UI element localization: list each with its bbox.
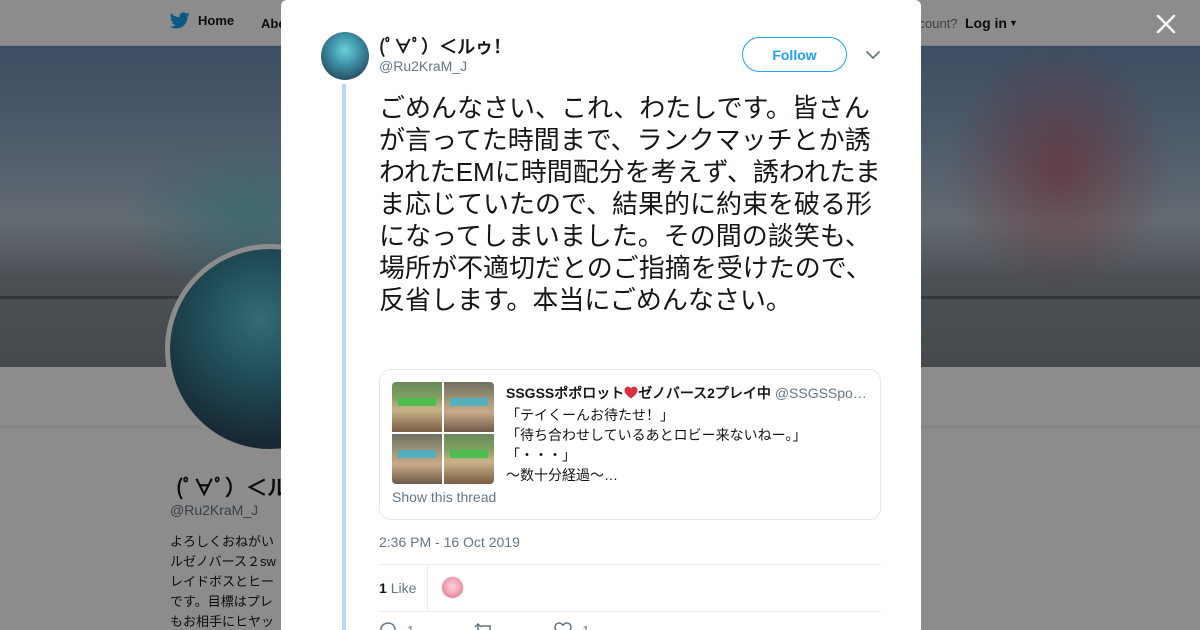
reply-icon xyxy=(380,622,396,630)
heart-icon xyxy=(554,622,572,630)
heart-emoji-icon xyxy=(624,386,638,399)
chevron-down-icon[interactable] xyxy=(865,48,881,62)
tweet-text: ごめんなさい、これ、わたしです。皆さんが言ってた時間まで、ランクマッチとか誘われ… xyxy=(379,93,881,315)
quoted-image[interactable] xyxy=(444,382,494,432)
reply-count: 1 xyxy=(407,622,415,630)
quoted-text-line: 「待ち合わせしているあとロビー来ないねー。」 xyxy=(506,427,807,443)
like-count: 1 xyxy=(379,580,387,596)
quoted-author-name-suffix: ゼノバース2プレイ中 xyxy=(638,385,771,401)
quoted-author-name: SSGSSポポロット xyxy=(506,385,625,401)
retweet-button[interactable] xyxy=(474,622,494,630)
quoted-text-line: 「・・・」 xyxy=(506,447,576,463)
follow-button[interactable]: Follow xyxy=(742,37,847,72)
quoted-author-handle: @SSGSSpo… xyxy=(774,385,867,401)
close-icon[interactable] xyxy=(1155,13,1177,35)
likes-stat[interactable]: 1 Like xyxy=(379,580,416,596)
quoted-text-line: ～数十分経過～… xyxy=(506,467,618,483)
like-label: Like xyxy=(390,580,417,596)
quoted-text-line: 「テイくーんお待たせ！」 xyxy=(506,407,674,423)
divider xyxy=(427,566,428,610)
divider xyxy=(379,564,881,565)
tweet-timestamp[interactable]: 2:36 PM - 16 Oct 2019 xyxy=(379,534,520,550)
tweet-actions: 1 1 xyxy=(379,622,589,630)
author-avatar[interactable] xyxy=(321,32,369,80)
quoted-image[interactable] xyxy=(392,434,442,484)
thread-line xyxy=(342,84,346,630)
author-name[interactable]: (ﾟ∀ﾟ）＜ルゥ！ xyxy=(379,33,511,59)
quoted-image[interactable] xyxy=(392,382,442,432)
show-thread-link[interactable]: Show this thread xyxy=(392,489,496,505)
reply-button[interactable]: 1 xyxy=(379,622,414,630)
tweet-modal: (ﾟ∀ﾟ）＜ルゥ！ @Ru2KraM_J Follow ごめんなさい、これ、わた… xyxy=(281,0,921,630)
divider xyxy=(379,611,881,612)
quoted-author: SSGSSポポロット ゼノバース2プレイ中 @SSGSSpo… xyxy=(506,383,868,403)
quoted-image[interactable] xyxy=(444,434,494,484)
quoted-tweet[interactable]: SSGSSポポロット ゼノバース2プレイ中 @SSGSSpo… 「テイくーんお待た… xyxy=(379,369,881,520)
like-button[interactable]: 1 xyxy=(554,622,589,630)
author-handle[interactable]: @Ru2KraM_J xyxy=(379,58,467,74)
retweet-icon xyxy=(474,622,491,630)
heart-count: 1 xyxy=(582,622,590,630)
liker-avatar[interactable] xyxy=(441,576,464,599)
quoted-media-grid[interactable] xyxy=(392,382,494,484)
